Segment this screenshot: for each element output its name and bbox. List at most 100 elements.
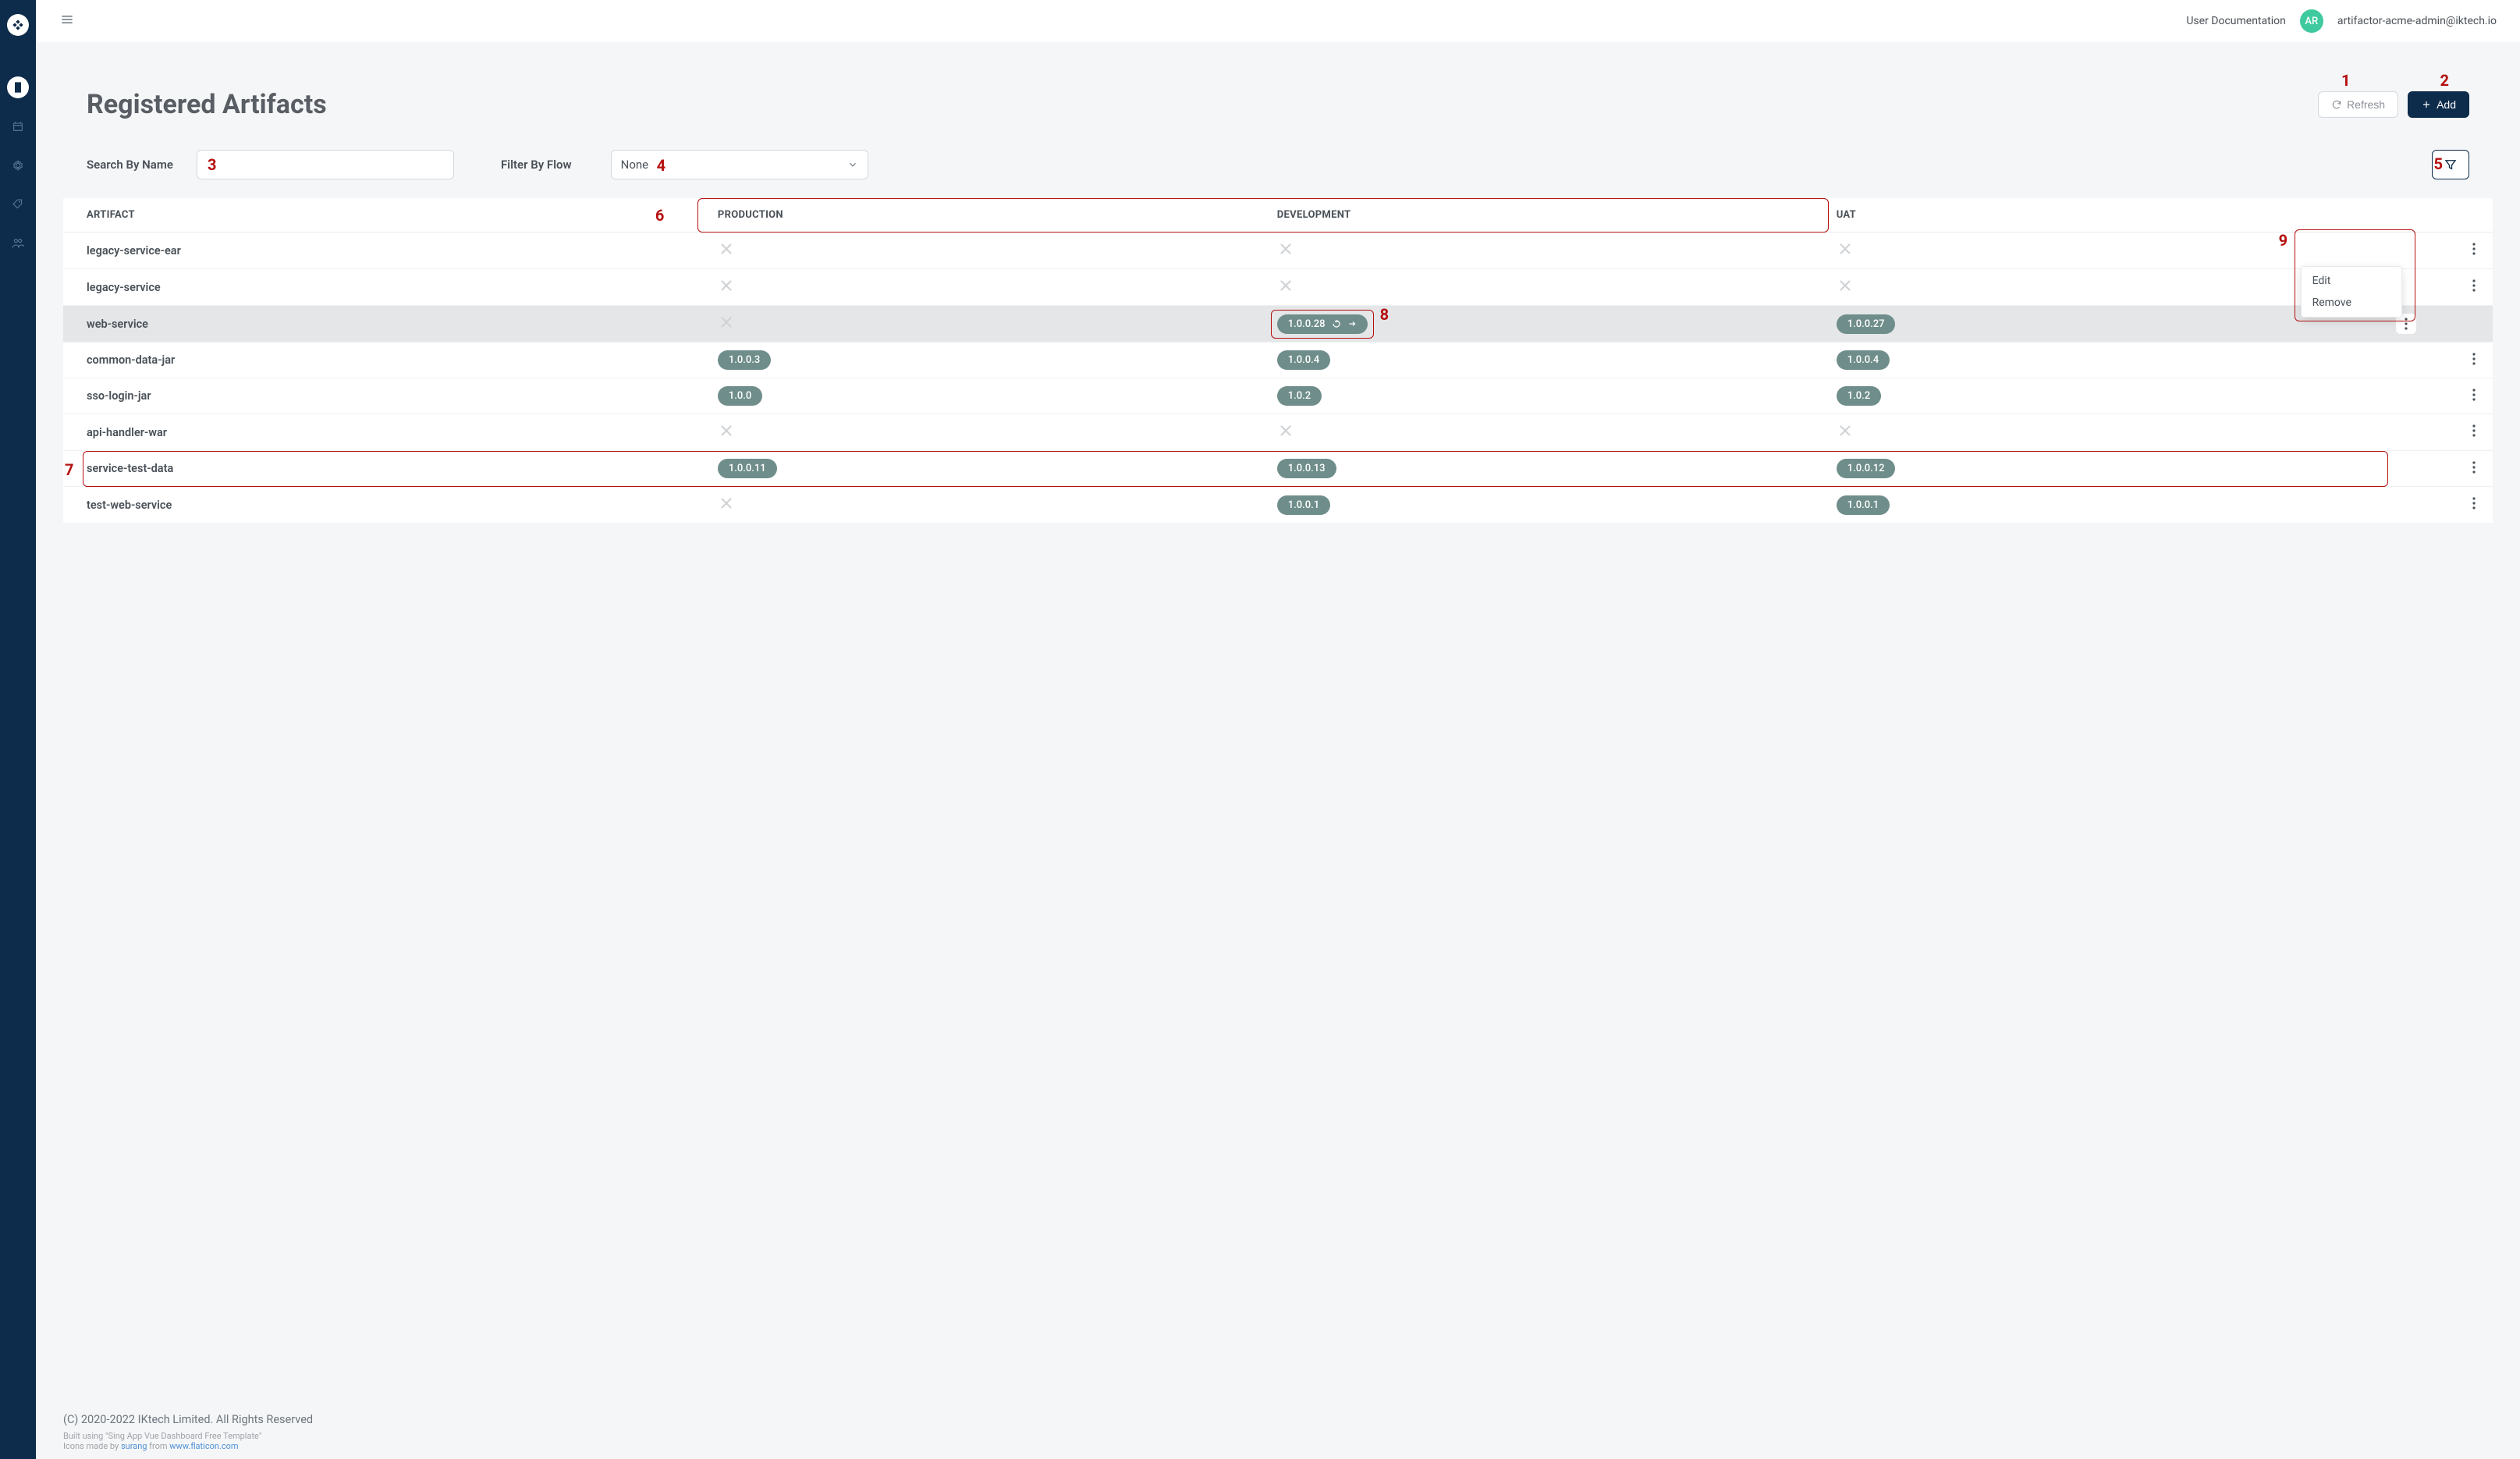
tag-icon <box>12 198 24 211</box>
table-row[interactable]: web-service1.0.0.281.0.0.27 <box>63 306 2493 343</box>
table-row[interactable]: legacy-service <box>63 269 2493 306</box>
cell-uat: 1.0.0.4 <box>1829 343 2388 378</box>
version-pill[interactable]: 1.0.0.1 <box>1837 495 1890 515</box>
sidebar-item-artifacts[interactable] <box>7 76 29 98</box>
table-row[interactable]: api-handler-war <box>63 414 2493 451</box>
cell-uat <box>1829 233 2388 269</box>
empty-icon <box>718 495 735 512</box>
sidebar-nav <box>0 0 36 1459</box>
top-bar: User Documentation AR artifactor-acme-ad… <box>36 0 2520 42</box>
footer-built-with: Built using "Sing App Vue Dashboard Free… <box>63 1431 2493 1441</box>
cell-development: 1.0.0.13 <box>1269 451 1829 487</box>
table-row[interactable]: service-test-data1.0.0.111.0.0.131.0.0.1… <box>63 451 2493 487</box>
cell-uat: 1.0.2 <box>1829 378 2388 414</box>
version-pill[interactable]: 1.0.0.13 <box>1277 459 1336 478</box>
sidebar-item-calendar[interactable] <box>7 115 29 137</box>
cell-development: 1.0.2 <box>1269 378 1829 414</box>
users-icon <box>12 237 24 250</box>
cell-uat <box>1829 414 2388 451</box>
menu-item-edit[interactable]: Edit <box>2302 270 2401 292</box>
cell-development <box>1269 233 1829 269</box>
kebab-icon <box>2405 318 2408 330</box>
artifacts-table: ARTIFACT PRODUCTION DEVELOPMENT UAT lega… <box>63 198 2493 523</box>
menu-toggle[interactable] <box>59 12 75 30</box>
footer-author-link[interactable]: surang <box>121 1441 147 1451</box>
user-documentation-link[interactable]: User Documentation <box>2186 15 2286 27</box>
user-avatar[interactable]: AR <box>2300 9 2323 33</box>
undo-icon[interactable] <box>1332 319 1341 328</box>
column-header-development[interactable]: DEVELOPMENT <box>1269 198 1829 233</box>
kebab-icon <box>2472 389 2476 401</box>
cell-production: 1.0.0.11 <box>710 451 1269 487</box>
row-menu-button[interactable] <box>2388 233 2493 269</box>
version-pill[interactable]: 1.0.2 <box>1277 386 1322 406</box>
version-pill[interactable]: 1.0.0.11 <box>718 459 777 478</box>
arrow-right-icon[interactable] <box>1347 319 1357 328</box>
empty-icon <box>1837 277 1854 294</box>
row-menu-button[interactable] <box>2388 414 2493 451</box>
empty-icon <box>1837 422 1854 439</box>
calendar-icon <box>12 120 24 133</box>
footer: (C) 2020-2022 IKtech Limited. All Rights… <box>36 1397 2520 1459</box>
version-pill[interactable]: 1.0.0.4 <box>1837 350 1890 370</box>
empty-icon <box>1837 240 1854 257</box>
sidebar-item-settings[interactable] <box>7 154 29 176</box>
search-input[interactable] <box>197 150 454 179</box>
kebab-icon <box>2472 279 2476 292</box>
version-pill[interactable]: 1.0.0.12 <box>1837 459 1896 478</box>
add-label: Add <box>2437 98 2456 111</box>
artifact-name: api-handler-war <box>63 414 710 451</box>
table-row[interactable]: common-data-jar 1.0.0.3 1.0.0.4 1.0.0.4 <box>63 343 2493 378</box>
menu-item-remove[interactable]: Remove <box>2302 292 2401 314</box>
version-pill[interactable]: 1.0.0.28 <box>1277 314 1368 334</box>
empty-icon <box>1277 422 1294 439</box>
column-header-artifact[interactable]: ARTIFACT <box>63 198 710 233</box>
row-menu-button[interactable] <box>2388 451 2493 487</box>
table-row[interactable]: test-web-service1.0.0.11.0.0.1 <box>63 487 2493 524</box>
table-row[interactable]: legacy-service-ear <box>63 233 2493 269</box>
flow-select[interactable]: None 4 <box>611 150 868 179</box>
sidebar-item-tag[interactable] <box>7 193 29 215</box>
cell-production: 1.0.0 <box>710 378 1269 414</box>
artifact-name: legacy-service <box>63 269 710 306</box>
cell-production <box>710 414 1269 451</box>
row-menu-button[interactable] <box>2388 378 2493 414</box>
flow-select-value: None <box>621 158 649 172</box>
version-pill[interactable]: 1.0.0.1 <box>1277 495 1330 515</box>
cell-development: 1.0.0.4 <box>1269 343 1829 378</box>
refresh-button[interactable]: Refresh <box>2318 91 2398 118</box>
add-button[interactable]: Add <box>2408 91 2469 118</box>
footer-copyright: (C) 2020-2022 IKtech Limited. All Rights… <box>63 1413 2493 1426</box>
annotation-4: 4 <box>657 156 665 175</box>
version-pill[interactable]: 1.0.0.3 <box>718 350 771 370</box>
footer-site-link[interactable]: www.flaticon.com <box>169 1441 238 1451</box>
cell-production <box>710 487 1269 524</box>
hamburger-icon <box>59 12 75 27</box>
artifact-name: common-data-jar <box>63 343 710 378</box>
cell-uat: 1.0.0.1 <box>1829 487 2388 524</box>
funnel-icon <box>2444 158 2458 172</box>
refresh-icon <box>2331 99 2342 110</box>
row-menu-button[interactable] <box>2388 306 2493 343</box>
version-pill[interactable]: 1.0.0.27 <box>1837 314 1896 334</box>
kebab-icon <box>2472 243 2476 255</box>
kebab-icon <box>2472 461 2476 474</box>
column-header-production[interactable]: PRODUCTION <box>710 198 1269 233</box>
row-menu-button[interactable] <box>2388 343 2493 378</box>
row-menu-button[interactable] <box>2388 487 2493 524</box>
row-menu-button[interactable] <box>2388 269 2493 306</box>
table-row[interactable]: sso-login-jar 1.0.0 1.0.2 1.0.2 <box>63 378 2493 414</box>
cell-production <box>710 233 1269 269</box>
version-pill[interactable]: 1.0.0.4 <box>1277 350 1330 370</box>
artifact-name: sso-login-jar <box>63 378 710 414</box>
cell-production: 1.0.0.3 <box>710 343 1269 378</box>
chevron-down-icon <box>847 159 858 170</box>
empty-icon <box>718 314 735 331</box>
empty-icon <box>1277 240 1294 257</box>
version-pill[interactable]: 1.0.2 <box>1837 386 1881 406</box>
sidebar-item-users[interactable] <box>7 233 29 254</box>
version-pill[interactable]: 1.0.0 <box>718 386 762 406</box>
footer-icons-credit: Icons made by surang from www.flaticon.c… <box>63 1441 2493 1451</box>
filter-button[interactable] <box>2432 150 2469 179</box>
column-header-uat[interactable]: UAT <box>1829 198 2388 233</box>
